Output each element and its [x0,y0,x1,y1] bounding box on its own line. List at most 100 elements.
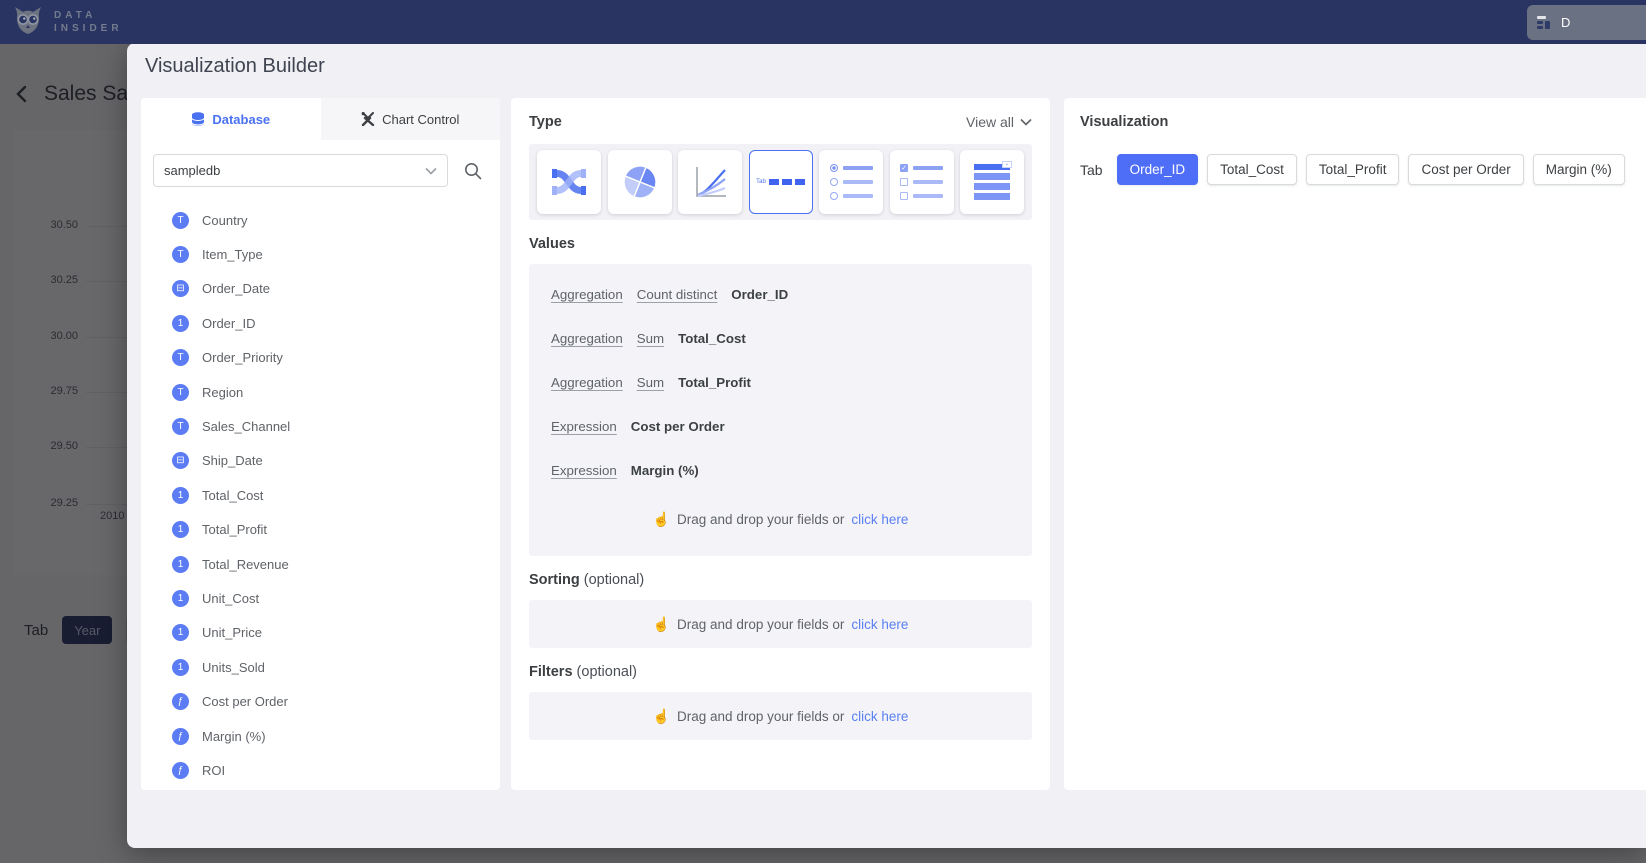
datasource-select[interactable]: sampledb [153,154,448,187]
value-field[interactable]: Total_Cost [678,331,746,346]
field-row[interactable]: ⊟Order_Date [141,272,500,306]
field-name: ROI [202,763,225,778]
field-row[interactable]: ƒCost per Order [141,684,500,718]
field-row[interactable]: 1 Total_Cost [141,478,500,512]
pie-chart-icon [620,162,660,202]
tab-chart-control[interactable]: Chart Control [321,98,501,140]
chart-type-sankey[interactable] [537,150,601,214]
value-field[interactable]: Order_ID [731,287,788,302]
tab-icon-label: Tab [756,179,766,185]
field-name: Margin (%) [202,729,266,744]
field-row[interactable]: 1 Total_Profit [141,513,500,547]
sorting-dropzone-box: ☝ Drag and drop your fields or click her… [529,600,1032,648]
field-row[interactable]: 1Order_ID [141,306,500,340]
app-root: DATA INSIDER D Sales Sa 30.50 30.25 30.0… [0,0,1646,863]
sorting-section-header: Sorting (optional) [511,556,1050,588]
field-row[interactable]: TItem_Type [141,237,500,271]
tab-database[interactable]: Database [141,98,321,140]
modal-title: Visualization Builder [145,55,325,78]
sorting-optional-label: (optional) [584,572,644,588]
aggregation-kind-dropdown[interactable]: Aggregation [551,375,623,390]
left-panel-tabs: Database Chart Control [141,98,500,140]
view-all-button[interactable]: View all [966,114,1032,130]
field-name: Unit_Price [202,625,262,640]
field-name: Cost per Order [202,694,288,709]
field-row[interactable]: ƒ Margin (%) [141,719,500,753]
value-field[interactable]: Total_Profit [678,375,751,390]
brand-line-2: INSIDER [54,22,123,35]
value-row: Aggregation Sum Total_Profit [551,360,1010,404]
field-type-icon: T [172,212,189,229]
field-type-icon: T [172,246,189,263]
tab-view-icon: Tab [756,179,805,185]
field-type-icon: T [172,418,189,435]
aggregation-kind-dropdown[interactable]: Expression [551,463,617,478]
sorting-click-here-link[interactable]: click here [851,617,908,632]
field-row[interactable]: 1 Unit_Cost [141,581,500,615]
values-dropzone[interactable]: ☝ Drag and drop your fields or click her… [551,496,1010,542]
search-icon[interactable] [464,162,482,180]
aggregation-fn-dropdown[interactable]: Count distinct [637,287,718,302]
sorting-dropzone[interactable]: ☝ Drag and drop your fields or click her… [529,600,1032,648]
line-chart-icon [690,162,730,202]
aggregation-fn-dropdown[interactable]: Sum [637,331,664,346]
field-row[interactable]: 1Units_Sold [141,650,500,684]
viz-tab-cost-per-order[interactable]: Cost per Order [1408,154,1523,185]
brand-line-1: DATA [54,9,123,22]
field-row[interactable]: ƒROI [141,753,500,787]
chart-type-line[interactable] [678,150,742,214]
field-type-icon: T [172,384,189,401]
viz-tab-order-id[interactable]: Order_ID [1117,154,1199,185]
viz-tab-total-profit[interactable]: Total_Profit [1306,154,1400,185]
field-type-icon: 1 [172,590,189,607]
filters-section-header: Filters (optional) [511,648,1050,680]
query-panel: Type View all [511,98,1050,790]
chart-type-checkbox-list[interactable]: ✓ [890,150,954,214]
value-row: Expression Cost per Order [551,404,1010,448]
field-type-icon: ƒ [172,728,189,745]
chart-type-pie[interactable] [608,150,672,214]
filters-dropzone[interactable]: ☝ Drag and drop your fields or click her… [529,692,1032,740]
viz-tab-margin[interactable]: Margin (%) [1533,154,1625,185]
field-name: Unit_Cost [202,591,259,606]
chart-type-table[interactable]: ⌄ [960,150,1024,214]
field-type-icon: 1 [172,521,189,538]
dropzone-text: Drag and drop your fields or [677,512,844,527]
datasource-value: sampledb [164,163,220,178]
field-row[interactable]: ⊟Ship_Date [141,444,500,478]
aggregation-kind-dropdown[interactable]: Expression [551,419,617,434]
field-type-icon: 1 [172,315,189,332]
field-name: Total_Revenue [202,557,289,572]
field-name: Total_Profit [202,522,267,537]
viz-tab-total-cost[interactable]: Total_Cost [1207,154,1297,185]
dashboards-panel-button[interactable]: D [1527,5,1646,40]
view-all-label: View all [966,114,1014,130]
field-row[interactable]: TCountry [141,203,500,237]
field-row[interactable]: TOrder_Priority [141,341,500,375]
values-click-here-link[interactable]: click here [851,512,908,527]
value-field[interactable]: Margin (%) [631,463,699,478]
values-section-title: Values [529,236,575,252]
field-row[interactable]: 1Unit_Price [141,616,500,650]
field-type-icon: 1 [172,487,189,504]
field-name: Total_Cost [202,488,263,503]
radio-list-icon [830,164,873,200]
drag-hand-icon: ☝ [653,511,670,528]
database-icon [191,112,205,127]
field-row[interactable]: TSales_Channel [141,409,500,443]
chart-type-tab[interactable]: Tab [749,150,813,214]
field-type-icon: 1 [172,556,189,573]
aggregation-kind-dropdown[interactable]: Aggregation [551,331,623,346]
value-field[interactable]: Cost per Order [631,419,725,434]
dropzone-text: Drag and drop your fields or [677,617,844,632]
owl-logo-icon [12,5,44,39]
type-section-title: Type [529,114,562,130]
aggregation-kind-dropdown[interactable]: Aggregation [551,287,623,302]
field-row[interactable]: TRegion [141,375,500,409]
aggregation-fn-dropdown[interactable]: Sum [637,375,664,390]
table-icon: ⌄ [974,164,1010,200]
field-row[interactable]: 1 Total_Revenue [141,547,500,581]
filters-click-here-link[interactable]: click here [851,709,908,724]
chart-type-radio-list[interactable] [819,150,883,214]
database-panel: Database Chart Control sampledb [141,98,500,790]
